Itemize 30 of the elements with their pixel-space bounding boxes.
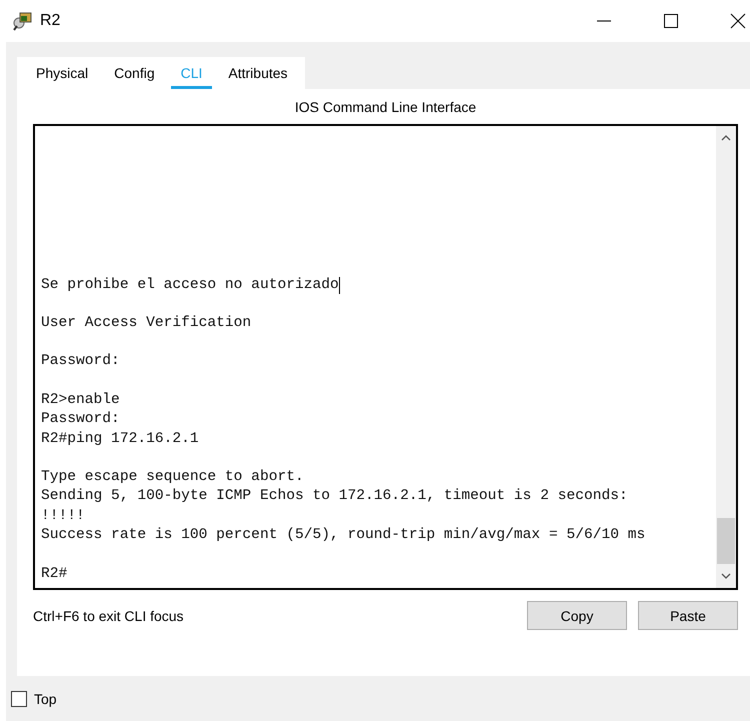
terminal-line: User Access Verification [41, 314, 252, 333]
terminal-line: Sending 5, 100-byte ICMP Echos to 172.16.2.1, timeout is 2 seconds: [41, 487, 628, 506]
router-icon [12, 11, 34, 31]
tab[interactable]: Config [104, 57, 165, 89]
scrollbar[interactable] [716, 126, 736, 588]
panel-title: IOS Command Line Interface [294, 98, 478, 117]
scroll-up-icon[interactable] [721, 134, 731, 142]
scroll-thumb[interactable] [717, 518, 735, 564]
window-title: R2 [40, 12, 60, 30]
action-button[interactable]: Copy [527, 601, 627, 630]
terminal[interactable] [33, 124, 738, 590]
tab[interactable]: Physical [26, 57, 98, 89]
terminal-line: Se prohibe el acceso no autorizado [41, 276, 339, 295]
hint-text: Ctrl+F6 to exit CLI focus [33, 608, 184, 624]
terminal-line: R2>enable [41, 390, 120, 410]
maximize-icon[interactable] [663, 13, 679, 29]
action-button[interactable]: Paste [638, 601, 738, 630]
text-cursor [338, 276, 340, 294]
terminal-line: R2# [41, 564, 68, 584]
terminal-line: !!!!! [41, 506, 85, 526]
close-icon[interactable] [730, 13, 746, 29]
top-checkbox[interactable] [11, 690, 27, 706]
terminal-line: Password: [41, 352, 120, 372]
terminal-line: Type escape sequence to abort. [41, 468, 304, 487]
terminal-line: R2#ping 172.16.2.1 [41, 430, 199, 449]
terminal-line: Success rate is 100 percent (5/5), round-trip min/avg/max = 5/6/10 ms [41, 526, 646, 546]
checkbox-label[interactable]: Top [34, 690, 57, 706]
terminal-line: Password: [41, 410, 120, 430]
tab[interactable]: Attributes [218, 57, 298, 89]
scroll-down-icon[interactable] [721, 572, 731, 580]
